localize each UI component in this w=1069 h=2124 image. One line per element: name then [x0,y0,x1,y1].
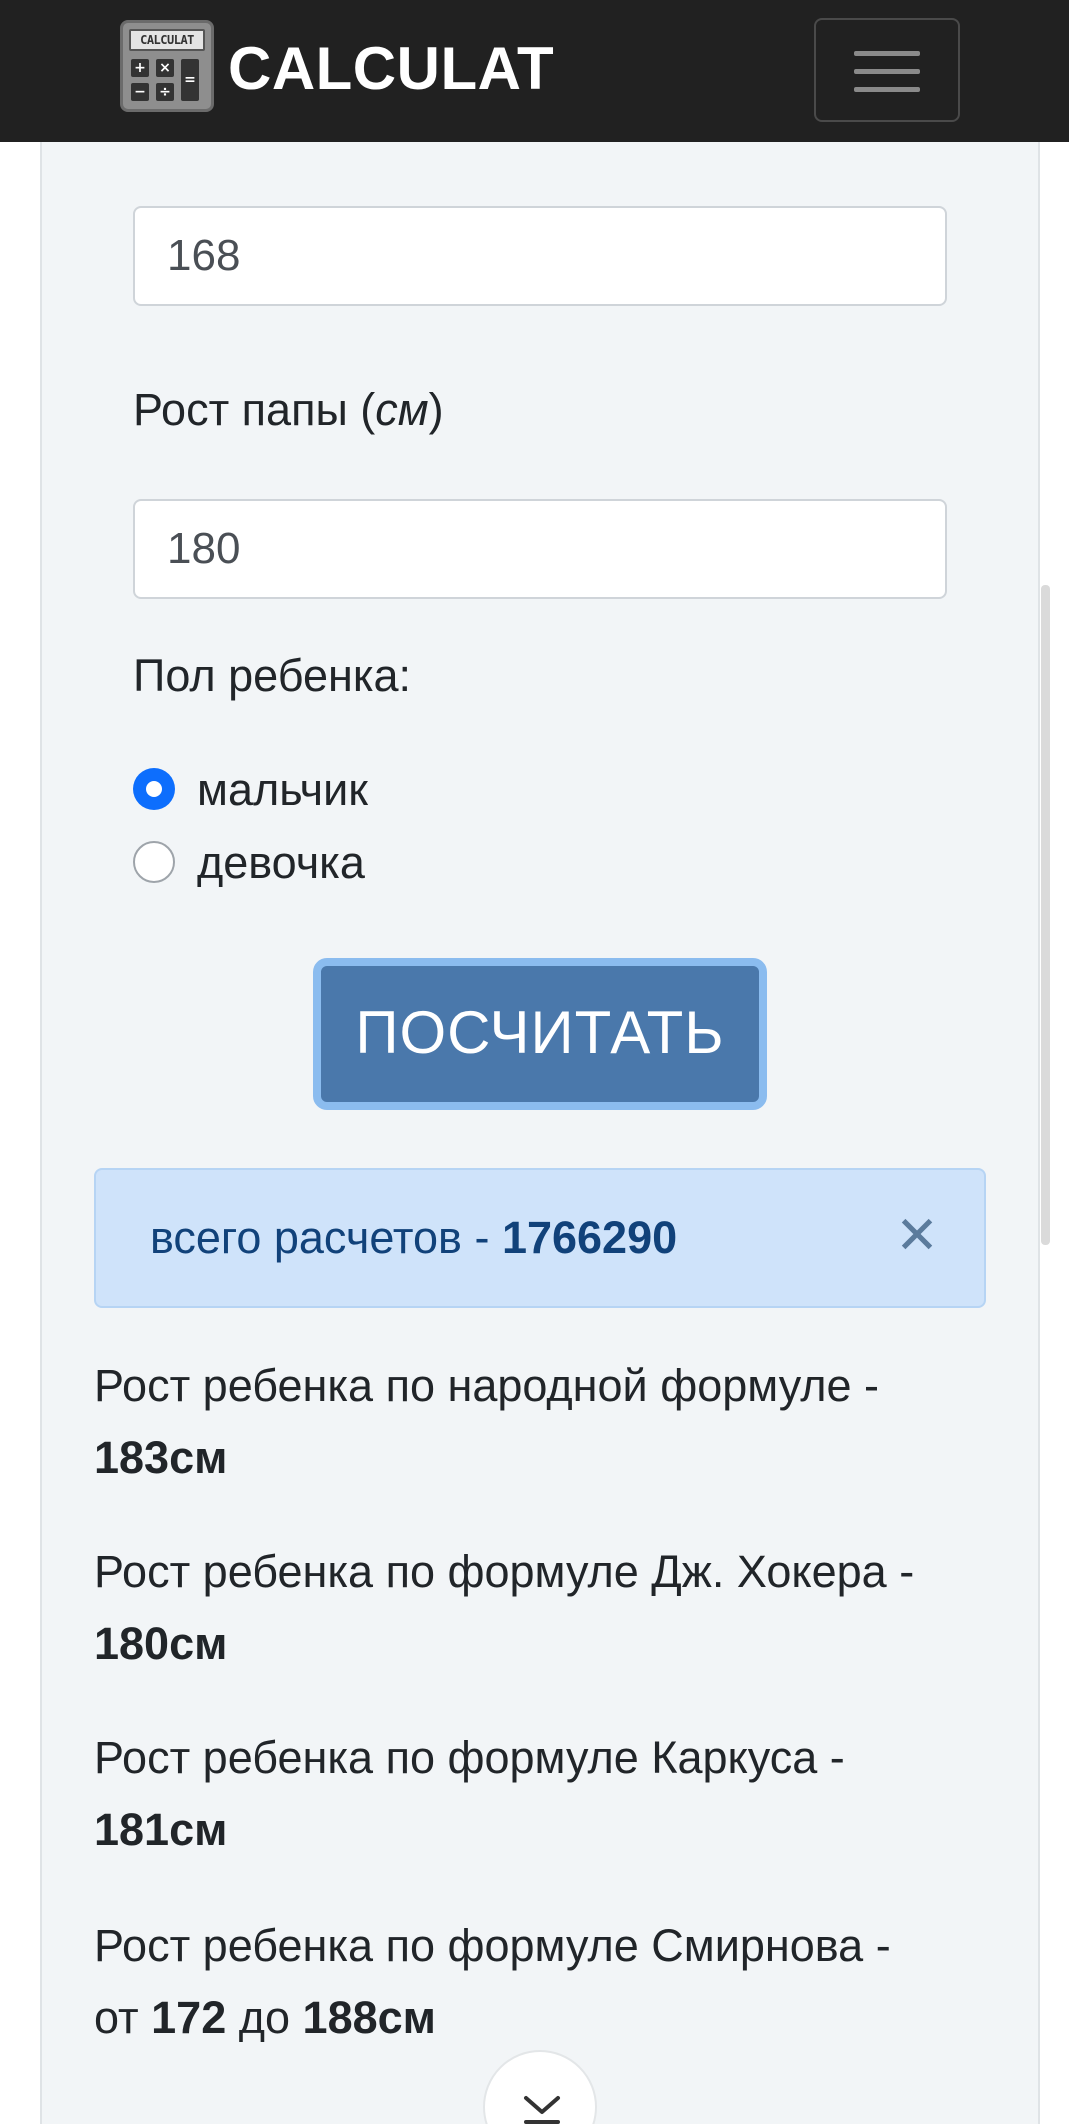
scrollbar[interactable] [1041,585,1050,1245]
navbar: CALCULAT + × − ÷ = CALCULAT [0,0,1069,142]
hamburger-menu-button[interactable] [814,18,960,122]
equals-key-icon: = [181,59,199,101]
result-smirnov-formula: Рост ребенка по формуле Смирнова - от 17… [94,1910,994,2054]
result-value: 181см [94,1804,228,1855]
result-folk-formula: Рост ребенка по народной формуле - 183см [94,1350,994,1494]
result-text: Рост ребенка по народной формуле - [94,1360,879,1411]
hamburger-line [854,69,920,74]
hamburger-menu-icon [854,51,920,56]
chevron-down-icon [524,2096,560,2124]
page: CALCULAT + × − ÷ = CALCULAT 168 Рост пап… [0,0,1069,2124]
logo-screen-text: CALCULAT [129,29,205,51]
radio-boy[interactable] [133,768,175,810]
close-icon[interactable]: ✕ [892,1206,942,1266]
father-label-text: Рост папы ( [133,384,376,435]
divide-key-icon: ÷ [156,83,174,101]
father-height-input[interactable]: 180 [133,499,947,599]
father-label-close: ) [428,384,444,435]
calculator-logo-icon[interactable]: CALCULAT + × − ÷ = [120,20,214,112]
total-calculations-alert: всего расчетов - 1766290 ✕ [94,1168,986,1308]
result-text: Рост ребенка по формуле Смирнова - [94,1920,891,1971]
brand-title[interactable]: CALCULAT [228,36,554,102]
result-text: Рост ребенка по формуле Каркуса - [94,1732,845,1783]
times-key-icon: × [156,59,174,77]
alert-count: 1766290 [501,1212,678,1263]
result-value: 180см [94,1618,228,1669]
gender-label: Пол ребенка: [133,650,412,701]
result-to-word: до [226,1992,303,2043]
mother-height-input[interactable]: 168 [133,206,947,306]
minus-key-icon: − [131,83,149,101]
radio-girl[interactable] [133,841,175,883]
result-to-value: 188см [302,1992,436,2043]
radio-boy-label[interactable]: мальчик [197,762,368,818]
result-from-value: 172 [151,1992,227,2043]
hamburger-line [854,87,920,92]
result-text: Рост ребенка по формуле Дж. Хокера - [94,1546,915,1597]
radio-girl-label[interactable]: девочка [197,835,365,891]
father-label-unit: см [375,384,429,435]
alert-text: всего расчетов - 1766290 [150,1210,677,1266]
alert-label: всего расчетов - [150,1212,502,1263]
result-karkus-formula: Рост ребенка по формуле Каркуса - 181см [94,1722,994,1866]
result-hoker-formula: Рост ребенка по формуле Дж. Хокера - 180… [94,1536,994,1680]
calculate-button[interactable]: ПОСЧИТАТЬ [313,958,767,1110]
result-value: 183см [94,1432,228,1483]
father-height-label: Рост папы (см) [133,382,444,438]
result-from-word: от [94,1992,152,2043]
plus-key-icon: + [131,59,149,77]
